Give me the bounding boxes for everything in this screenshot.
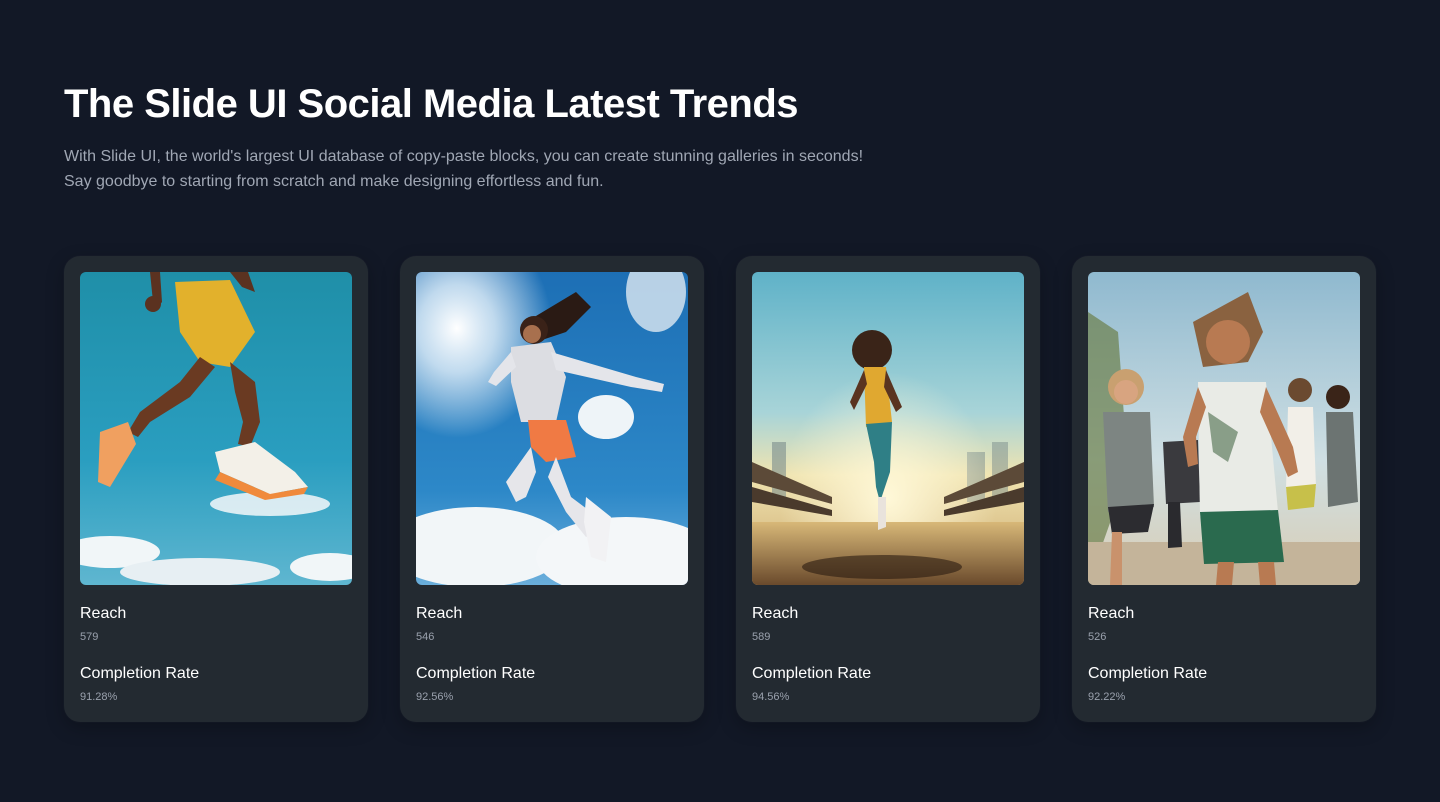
reach-value: 589	[752, 631, 771, 643]
completion-rate-value: 94.56%	[752, 691, 790, 703]
trend-card[interactable]: Reach 526 Completion Rate 92.22%	[1072, 256, 1376, 722]
reach-label: Reach	[80, 605, 127, 622]
card-image[interactable]	[752, 272, 1024, 585]
runner-on-bridge-photo	[752, 272, 1024, 585]
reach-value: 546	[416, 631, 435, 643]
trend-card[interactable]: Reach 579 Completion Rate 91.28%	[64, 256, 368, 722]
reach-value: 526	[1088, 631, 1107, 643]
group-running-photo	[1088, 272, 1360, 585]
athlete-jumping-photo	[80, 272, 352, 585]
reach-value: 579	[80, 631, 99, 643]
reach-label: Reach	[752, 605, 799, 622]
woman-leaping-photo	[416, 272, 688, 585]
card-image[interactable]	[416, 272, 688, 585]
completion-rate-label: Completion Rate	[1088, 665, 1208, 682]
page-title: The Slide UI Social Media Latest Trends	[64, 82, 799, 126]
page: The Slide UI Social Media Latest Trends …	[0, 0, 1440, 802]
completion-rate-label: Completion Rate	[752, 665, 872, 682]
completion-rate-label: Completion Rate	[80, 665, 200, 682]
trend-card[interactable]: Reach 546 Completion Rate 92.56%	[400, 256, 704, 722]
completion-rate-value: 92.56%	[416, 691, 454, 703]
card-grid: Reach 579 Completion Rate 91.28% Reach 5…	[64, 256, 1377, 722]
page-description: With Slide UI, the world's largest UI da…	[64, 148, 864, 190]
completion-rate-label: Completion Rate	[416, 665, 536, 682]
card-image[interactable]	[1088, 272, 1360, 585]
completion-rate-value: 91.28%	[80, 691, 118, 703]
completion-rate-value: 92.22%	[1088, 691, 1126, 703]
reach-label: Reach	[1088, 605, 1135, 622]
trend-card[interactable]: Reach 589 Completion Rate 94.56%	[736, 256, 1040, 722]
reach-label: Reach	[416, 605, 463, 622]
card-image[interactable]	[80, 272, 352, 585]
